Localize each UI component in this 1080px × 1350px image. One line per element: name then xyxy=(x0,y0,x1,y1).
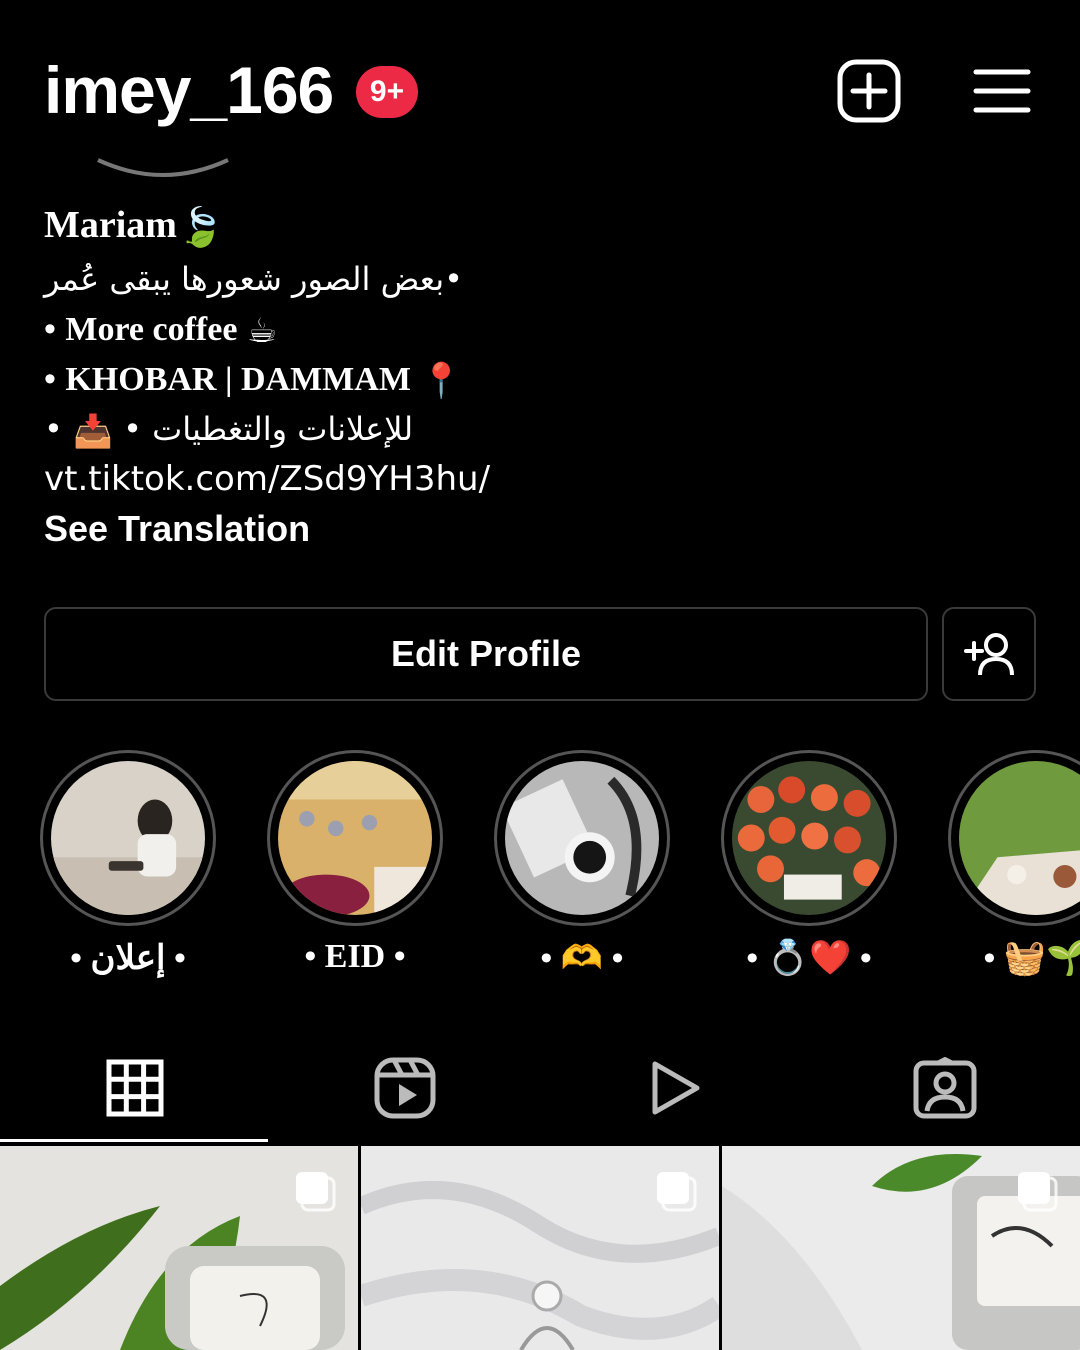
highlight-eid[interactable]: • EID • xyxy=(267,750,447,990)
bio-line-location: • KHOBAR | DAMMAM 📍 xyxy=(44,354,1044,404)
avatar[interactable] xyxy=(96,120,230,178)
tab-grid[interactable] xyxy=(0,1030,270,1146)
play-icon xyxy=(652,1061,700,1115)
highlight-ring xyxy=(267,750,443,926)
carousel-icon xyxy=(1018,1172,1058,1212)
profile-bio: Mariam🍃 بعض الصور شعورها يبقى عُمر• • Mo… xyxy=(44,196,1044,554)
highlight-image xyxy=(51,761,205,915)
leaf-emoji: 🍃 xyxy=(176,207,225,250)
highlight-ring xyxy=(494,750,670,926)
hamburger-menu-icon[interactable] xyxy=(972,66,1032,116)
highlight-picnic[interactable]: • 🧺🌱 xyxy=(948,750,1080,990)
notification-badge[interactable]: 9+ xyxy=(356,66,418,118)
highlight-image xyxy=(959,761,1080,915)
tagged-person-icon xyxy=(913,1057,977,1119)
highlight-ring xyxy=(948,750,1080,926)
highlight-ring-heart[interactable]: • 💍❤️ • xyxy=(721,750,901,990)
discover-people-button[interactable] xyxy=(942,607,1036,701)
bullet: • xyxy=(44,310,56,348)
bio-line-coffee: • More coffee ☕ xyxy=(44,304,1044,354)
bio-line-arabic: بعض الصور شعورها يبقى عُمر• xyxy=(44,260,464,298)
profile-page: imey_166 9+ Mariam🍃 بعض الصور شعورها يبق… xyxy=(0,0,1080,1350)
tab-tagged[interactable] xyxy=(810,1030,1080,1146)
add-person-icon xyxy=(964,633,1014,676)
pin-emoji: 📍 xyxy=(420,362,463,401)
bullet: • xyxy=(44,360,56,398)
edit-profile-button[interactable]: Edit Profile xyxy=(44,607,928,701)
post-tile[interactable] xyxy=(722,1146,1080,1350)
profile-tabs xyxy=(0,1030,1080,1146)
highlight-ring xyxy=(40,750,216,926)
highlight-heart-hands[interactable]: • 🫶 • xyxy=(494,750,674,990)
post-tile[interactable] xyxy=(0,1146,358,1350)
bio-ads-text: • للإعلانات والتغطيات xyxy=(123,410,414,448)
see-translation-link[interactable]: See Translation xyxy=(44,504,1044,554)
reels-icon xyxy=(374,1057,436,1119)
tab-videos[interactable] xyxy=(540,1030,810,1146)
highlight-ad[interactable]: • إعلان • xyxy=(40,750,220,990)
post-tile[interactable] xyxy=(361,1146,719,1350)
carousel-icon xyxy=(296,1172,336,1212)
top-bar: imey_166 9+ xyxy=(0,0,1080,177)
posts-grid xyxy=(0,1146,1080,1350)
coffee-emoji: ☕ xyxy=(246,312,278,351)
highlight-label: • EID • xyxy=(304,938,406,975)
highlight-label: • 🧺🌱 xyxy=(983,940,1080,977)
tab-reels[interactable] xyxy=(270,1030,540,1146)
highlight-image xyxy=(732,761,886,915)
carousel-icon xyxy=(657,1172,697,1212)
inbox-tray-emoji: 📥 xyxy=(73,412,113,450)
grid-icon xyxy=(106,1059,164,1117)
bio-link[interactable]: vt.tiktok.com/ZSd9YH3hu/ xyxy=(44,454,1044,504)
highlight-label: • 🫶 • xyxy=(540,940,624,977)
highlight-label: • 💍❤️ • xyxy=(746,940,872,977)
bio-coffee-text: More coffee xyxy=(65,311,238,348)
display-name-text: Mariam xyxy=(44,204,177,246)
story-highlights: • إعلان • • EID • • 🫶 • • 💍❤️ • • 🧺🌱 xyxy=(0,750,1080,990)
highlight-image xyxy=(505,761,659,915)
bio-location-text: KHOBAR | DAMMAM xyxy=(65,361,411,398)
bio-line-ads: • 📥 • للإعلانات والتغطيات xyxy=(44,404,1044,454)
highlight-label: • إعلان • xyxy=(70,940,186,977)
selected-tab-indicator xyxy=(0,1139,268,1142)
highlight-ring xyxy=(721,750,897,926)
highlight-image xyxy=(278,761,432,915)
display-name: Mariam🍃 xyxy=(44,196,1044,254)
plus-square-icon[interactable] xyxy=(836,58,902,124)
bullet: • xyxy=(44,410,63,448)
username-title[interactable]: imey_166 xyxy=(44,52,334,128)
